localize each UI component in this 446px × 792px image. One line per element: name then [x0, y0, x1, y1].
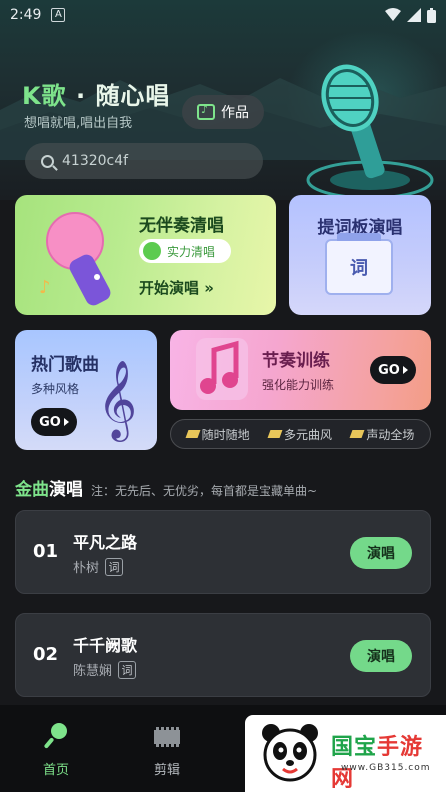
app-title: K歌 · 随心唱 — [22, 76, 170, 111]
tag-label: 随时随地 — [201, 427, 250, 442]
status-bar: 2:49 A — [0, 0, 446, 30]
section-title-b: 演唱 — [49, 480, 83, 500]
start-singing-link[interactable]: 开始演唱 » — [139, 277, 214, 298]
lyrics-badge: 词 — [118, 660, 137, 679]
song-row[interactable]: 02 千千阙歌 陈慧娴 词 演唱 — [15, 613, 431, 697]
ticket-icon — [349, 430, 365, 438]
acapella-card[interactable]: ♪ 无伴奏清唱 实力清唱 开始演唱 » — [15, 195, 276, 315]
lyrics-board-char: 词 — [350, 258, 368, 279]
tag-label: 多元曲风 — [283, 427, 332, 442]
notification-icon: A — [51, 8, 66, 22]
nav-home[interactable]: 首页 — [21, 723, 91, 778]
music-folder-icon — [197, 103, 215, 120]
play-arrow-icon — [402, 366, 408, 374]
song-name: 千千阙歌 — [73, 636, 138, 655]
lyrics-badge: 词 — [105, 557, 124, 576]
acapella-title: 无伴奏清唱 — [139, 216, 224, 236]
nav-edit[interactable]: 剪辑 — [132, 723, 202, 778]
feature-tag: 多元曲风 — [267, 426, 332, 443]
svg-text:♪: ♪ — [39, 277, 51, 298]
play-arrow-icon — [63, 418, 69, 426]
feature-tags: 随时随地 多元曲风 声动全场 — [170, 419, 431, 449]
rhythm-subtitle: 强化能力训练 — [262, 378, 335, 392]
microphone-icon: ♪ — [39, 212, 111, 306]
signal-icon — [407, 8, 421, 22]
hot-songs-subtitle: 多种风格 — [31, 382, 80, 396]
song-artist-row: 陈慧娴 词 — [73, 660, 137, 679]
song-artist: 陈慧娴 — [73, 664, 113, 679]
app-title-k: K歌 — [22, 82, 67, 110]
ticket-icon — [185, 430, 201, 438]
song-artist-row: 朴树 词 — [73, 557, 124, 576]
music-note-icon — [196, 338, 248, 400]
nav-home-label: 首页 — [42, 763, 69, 778]
tag-label: 声动全场 — [366, 427, 415, 442]
section-heading: 金曲 演唱 注：无先后、无优劣，每首都是宝藏单曲~ — [15, 475, 317, 500]
panda-logo-icon — [262, 724, 318, 782]
go-label: GO — [378, 362, 400, 378]
ticket-icon — [267, 430, 283, 438]
wifi-icon — [385, 8, 401, 21]
song-row[interactable]: 01 平凡之路 朴树 词 演唱 — [15, 510, 431, 594]
treble-clef-icon: 𝄞 — [97, 360, 138, 439]
nav-edit-label: 剪辑 — [153, 763, 180, 778]
toggle-label: 实力清唱 — [167, 244, 216, 259]
feature-tag: 声动全场 — [349, 426, 415, 443]
watermark-text: 国宝手游网 — [331, 729, 446, 792]
status-time: 2:49 — [10, 7, 42, 23]
hot-songs-title: 热门歌曲 — [31, 355, 99, 375]
song-name: 平凡之路 — [73, 533, 138, 552]
feature-tag: 随时随地 — [185, 426, 250, 443]
go-label: GO — [39, 414, 61, 430]
works-button[interactable]: 作品 — [182, 95, 264, 129]
section-title-a: 金曲 — [15, 480, 49, 500]
status-icons — [385, 7, 436, 23]
sing-button[interactable]: 演唱 — [350, 640, 412, 672]
microphone-illustration — [306, 64, 434, 200]
lyrics-board-icon: 词 — [325, 233, 393, 295]
song-number: 01 — [33, 541, 59, 562]
site-watermark: 国宝手游网 www.GB315.com — [245, 715, 446, 792]
search-icon — [41, 154, 54, 168]
strength-mode-toggle[interactable]: 实力清唱 — [139, 239, 231, 263]
search-bar[interactable] — [25, 143, 263, 179]
song-number: 02 — [33, 644, 59, 665]
hot-songs-go-button[interactable]: GO — [31, 408, 77, 436]
works-label: 作品 — [221, 105, 249, 121]
prompter-card[interactable]: 提词板演唱 词 — [289, 195, 431, 315]
app-title-rest: · 随心唱 — [66, 82, 171, 110]
hot-songs-card[interactable]: 热门歌曲 多种风格 𝄞 GO — [15, 330, 157, 450]
song-artist: 朴树 — [73, 561, 100, 576]
rhythm-training-card[interactable]: 节奏训练 强化能力训练 GO — [170, 330, 431, 410]
search-input[interactable] — [62, 153, 242, 169]
section-note: 注：无先后、无优劣，每首都是宝藏单曲~ — [91, 484, 318, 498]
sing-button[interactable]: 演唱 — [350, 537, 412, 569]
rhythm-go-button[interactable]: GO — [370, 356, 416, 384]
watermark-url: www.GB315.com — [341, 763, 431, 773]
film-icon — [154, 727, 180, 747]
battery-icon — [427, 7, 436, 23]
rhythm-title: 节奏训练 — [262, 351, 330, 371]
microphone-icon — [43, 723, 69, 749]
app-subtitle: 想唱就唱,唱出自我 — [24, 116, 133, 131]
watermark-text-a: 国宝 — [331, 735, 378, 760]
toggle-knob — [143, 242, 161, 260]
